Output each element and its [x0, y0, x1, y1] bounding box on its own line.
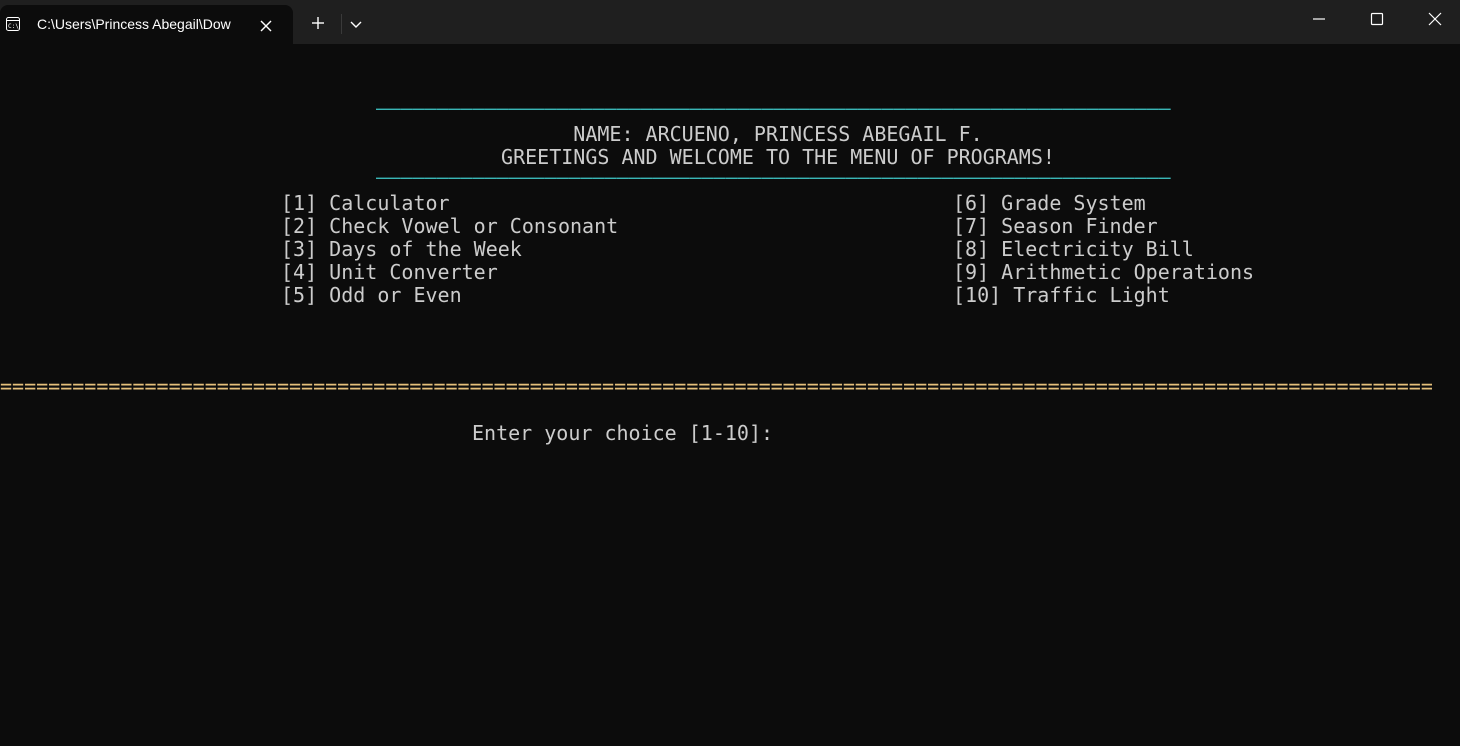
terminal-icon: C:\	[6, 17, 20, 31]
console-output[interactable]: ————————————————————————————————————————…	[0, 44, 1460, 746]
menu-item-10: [10] Traffic Light	[953, 284, 1170, 307]
menu-item-8: [8] Electricity Bill	[953, 238, 1194, 261]
menu-item-6: [6] Grade System	[953, 192, 1146, 215]
plus-icon[interactable]	[309, 14, 327, 32]
menu-item-2: [2] Check Vowel or Consonant	[281, 215, 619, 238]
menu-item-3: [3] Days of the Week	[281, 238, 522, 261]
menu-item-5: [5] Odd or Even	[281, 284, 462, 307]
title-bar: C:\ C:\Users\Princess Abegail\Dow	[0, 0, 1460, 44]
menu-item-7: [7] Season Finder	[953, 215, 1158, 238]
svg-text:C:\: C:\	[8, 23, 19, 30]
tab-title: C:\Users\Princess Abegail\Dow	[37, 16, 231, 32]
maximize-icon[interactable]	[1368, 10, 1386, 28]
chevron-down-icon[interactable]	[348, 16, 364, 32]
top-cyan-rule: ————————————————————————————————————————…	[376, 97, 1171, 120]
name-line: NAME: ARCUENO, PRINCESS ABEGAIL F.	[573, 123, 983, 146]
menu-item-9: [9] Arithmetic Operations	[953, 261, 1255, 284]
bottom-cyan-rule: ————————————————————————————————————————…	[376, 166, 1171, 189]
choice-prompt: Enter your choice [1-10]:	[472, 422, 786, 445]
menu-item-1: [1] Calculator	[281, 192, 450, 215]
minimize-icon[interactable]	[1310, 10, 1328, 28]
close-tab-icon[interactable]	[258, 18, 274, 34]
close-icon[interactable]	[1426, 10, 1444, 28]
terminal-tab[interactable]: C:\ C:\Users\Princess Abegail\Dow	[0, 5, 293, 44]
yellow-equals-rule: ========================================…	[0, 375, 1432, 398]
tab-separator	[341, 14, 342, 34]
menu-item-4: [4] Unit Converter	[281, 261, 498, 284]
